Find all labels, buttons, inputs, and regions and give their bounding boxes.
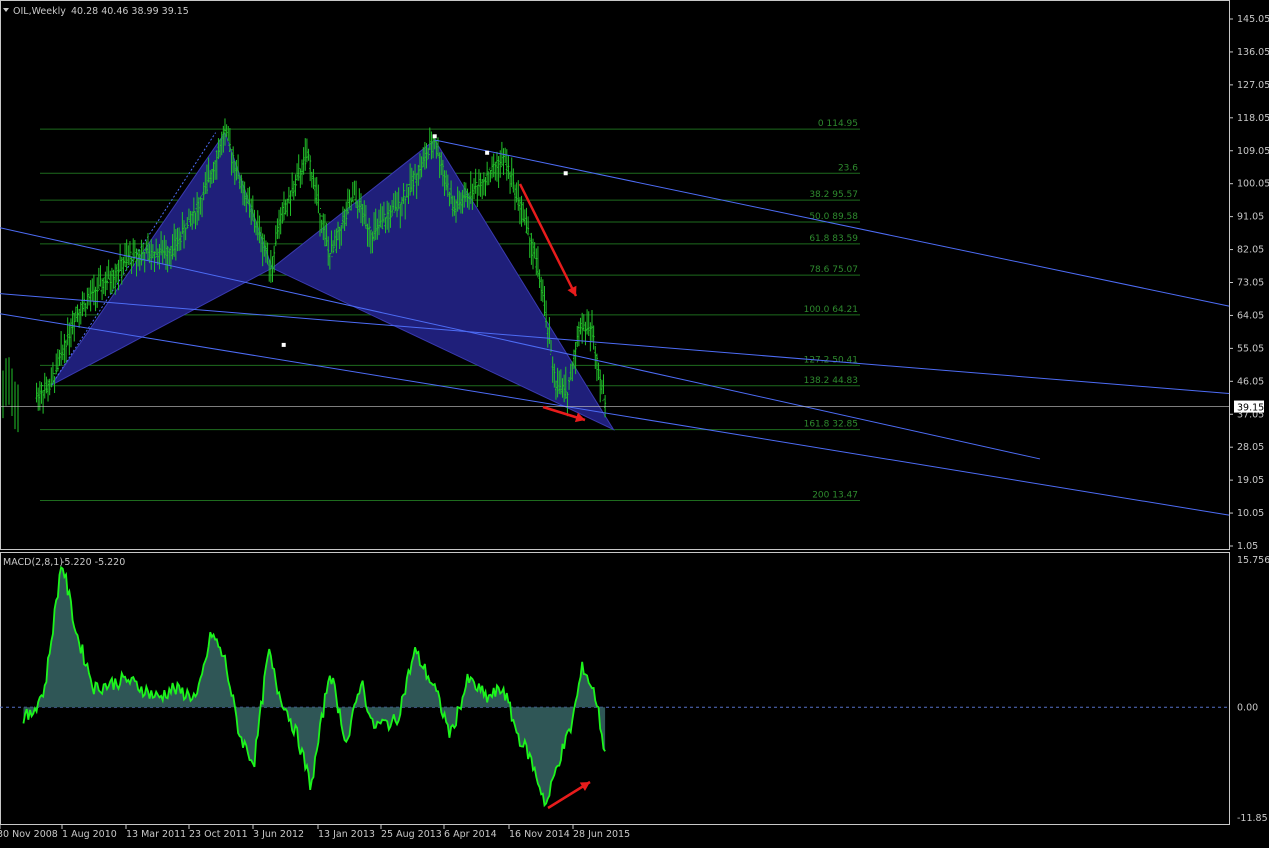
price-tick-label: 136.05 [1237, 47, 1269, 58]
fib-level-label: 78.6 75.07 [809, 265, 858, 275]
macd-panel-frame [0, 552, 1230, 825]
macd-tick-label: 15.756 [1237, 555, 1269, 566]
fib-level-label: 23.6 [838, 163, 858, 173]
time-tick-label: 30 Nov 2008 [0, 829, 58, 840]
price-tick-label: 145.05 [1237, 14, 1269, 25]
price-axis: 145.05 136.05 127.05 118.05 109.05 100.05 91.0… [1229, 14, 1269, 552]
price-tick-label: 118.05 [1237, 113, 1269, 124]
price-tick-label: 55.05 [1237, 343, 1264, 354]
time-tick-label: 28 Jun 2015 [573, 829, 630, 840]
fib-level-label: 138.2 44.83 [804, 376, 858, 386]
macd-axis: 15.756 0.00 -11.85 [1237, 555, 1269, 824]
trendline [0, 227, 1041, 460]
trendline-anchor-handle [563, 171, 568, 176]
price-down-arrow [518, 183, 578, 297]
fib-level-label: 127.2 50.41 [804, 355, 858, 365]
symbol-title: OIL,Weekly [13, 6, 66, 17]
trendline-anchor-handle [485, 150, 490, 155]
pattern-triangle-xab [50, 131, 273, 386]
time-axis: 30 Nov 2008 1 Aug 2010 13 Mar 2011 23 Oct 2… [0, 825, 630, 840]
price-tick-label: 127.05 [1237, 80, 1269, 91]
time-tick-label: 23 Oct 2011 [189, 829, 248, 840]
harmonic-pattern [50, 131, 615, 431]
fib-level-label: 61.8 83.59 [809, 234, 858, 244]
trendline-anchor-handle [432, 134, 437, 139]
price-tick-label: 10.05 [1237, 508, 1264, 519]
time-tick-label: 16 Nov 2014 [509, 829, 570, 840]
macd-histogram [0, 565, 1229, 808]
chart-window: 0 114.95 23.6 38.2 95.57 50.0 89.58 61.8 83.… [0, 0, 1269, 840]
time-tick-label: 13 Jan 2013 [318, 829, 375, 840]
price-tick-label: 109.05 [1237, 146, 1269, 157]
time-tick-label: 1 Aug 2010 [62, 829, 117, 840]
price-tick-label: 100.05 [1237, 179, 1269, 190]
price-tick-label: 64.05 [1237, 310, 1264, 321]
price-tick-label: 82.05 [1237, 245, 1264, 256]
time-tick-label: 6 Apr 2014 [444, 829, 497, 840]
macd-tick-label: -11.85 [1237, 813, 1268, 824]
time-tick-label: 13 Mar 2011 [126, 829, 186, 840]
fib-level-label: 38.2 95.57 [809, 190, 858, 200]
trendline-anchor-handle [281, 342, 286, 347]
price-tick-label: 91.05 [1237, 212, 1264, 223]
macd-title: MACD(2,8,1) [3, 557, 63, 568]
price-tick-label: 28.05 [1237, 442, 1264, 453]
last-price-label: 39.15 [1237, 403, 1264, 414]
price-tick-label: 46.05 [1237, 376, 1264, 387]
ohlc-readout: 40.28 40.46 38.99 39.15 [71, 6, 189, 17]
price-tick-label: 19.05 [1237, 475, 1264, 486]
fib-level-label: 50.0 89.58 [809, 212, 858, 222]
price-tick-label: 1.05 [1237, 541, 1258, 552]
price-tick-label: 73.05 [1237, 278, 1264, 289]
time-tick-label: 3 Jun 2012 [253, 829, 304, 840]
fib-level-label: 161.8 32.85 [804, 420, 858, 430]
fib-level-label: 0 114.95 [818, 119, 858, 129]
trendline [434, 139, 1230, 307]
macd-tick-label: 0.00 [1237, 702, 1258, 713]
fib-level-label: 200 13.47 [812, 491, 858, 501]
macd-values: -5.220 -5.220 [61, 557, 125, 568]
fib-level-label: 100.0 64.21 [804, 305, 858, 315]
time-tick-label: 25 Aug 2013 [381, 829, 442, 840]
dropdown-triangle-icon[interactable] [3, 8, 9, 12]
